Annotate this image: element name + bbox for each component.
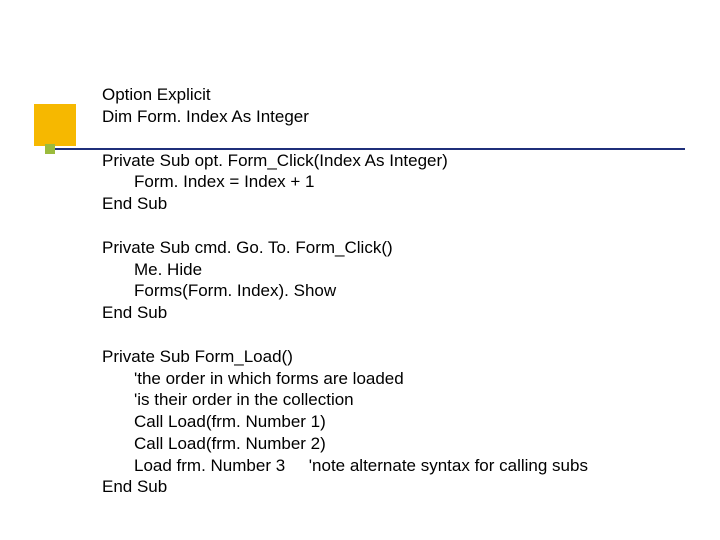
code-line: Dim Form. Index As Integer (102, 106, 702, 128)
code-line: Private Sub opt. Form_Click(Index As Int… (102, 150, 702, 172)
accent-square (34, 104, 76, 146)
code-line: Call Load(frm. Number 2) (102, 433, 702, 455)
code-line: Form. Index = Index + 1 (102, 171, 702, 193)
code-line: Private Sub Form_Load() (102, 346, 702, 368)
code-line: End Sub (102, 193, 702, 215)
bullet-square (45, 144, 55, 154)
code-line: Call Load(frm. Number 1) (102, 411, 702, 433)
code-line: Load frm. Number 3 'note alternate synta… (102, 455, 702, 477)
blank-line (102, 128, 702, 150)
blank-line (102, 215, 702, 237)
code-block: Option Explicit Dim Form. Index As Integ… (102, 84, 702, 498)
blank-line (102, 324, 702, 346)
code-line: Private Sub cmd. Go. To. Form_Click() (102, 237, 702, 259)
code-line: End Sub (102, 476, 702, 498)
code-line: 'is their order in the collection (102, 389, 702, 411)
code-line: Option Explicit (102, 84, 702, 106)
code-line: Forms(Form. Index). Show (102, 280, 702, 302)
code-line: End Sub (102, 302, 702, 324)
code-line: Me. Hide (102, 259, 702, 281)
code-line: 'the order in which forms are loaded (102, 368, 702, 390)
